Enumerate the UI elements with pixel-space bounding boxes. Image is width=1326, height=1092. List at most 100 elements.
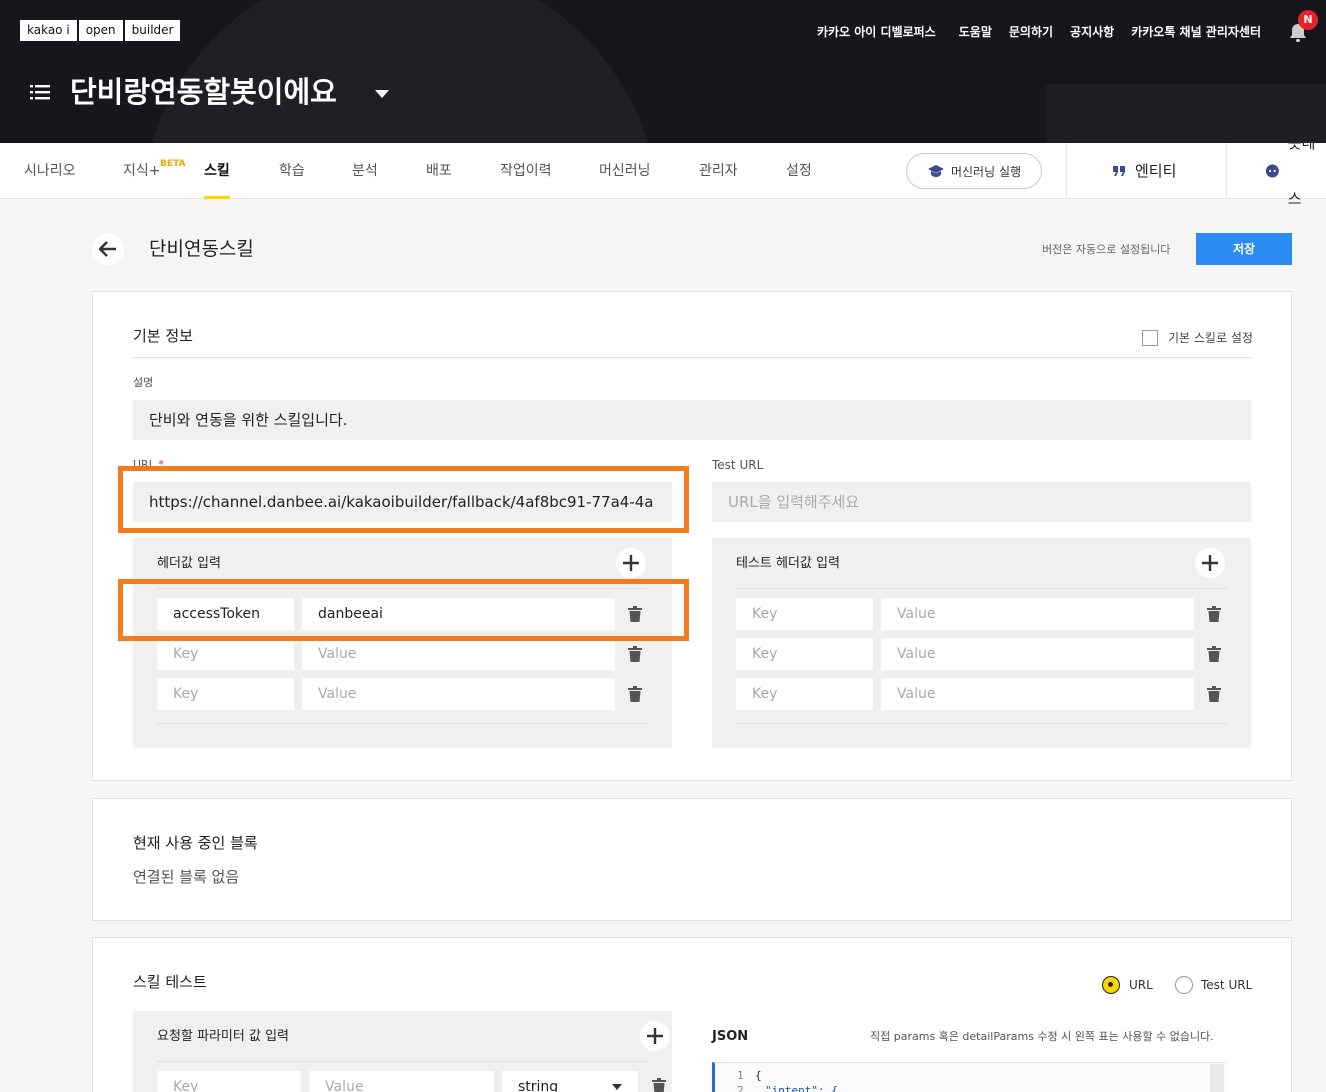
beta-badge: BETA — [160, 159, 186, 169]
developers-link[interactable]: 카카오 아이 디벨로퍼스 — [817, 22, 936, 42]
save-button[interactable]: 저장 — [1196, 233, 1292, 265]
logo-part-open: open — [78, 20, 123, 41]
bot-test-label: 봇테스 — [1287, 134, 1316, 208]
json-title: JSON — [712, 1029, 749, 1044]
basic-info-title: 기본 정보 — [133, 327, 193, 345]
trash-icon[interactable] — [652, 1078, 666, 1092]
tab-machine-learning[interactable]: 머신러닝 — [599, 143, 651, 199]
default-skill-checkbox[interactable] — [1142, 330, 1158, 346]
tab-history[interactable]: 작업이력 — [500, 143, 552, 199]
test-header-value-input[interactable]: Value — [881, 598, 1194, 630]
params-title: 요청할 파라미터 값 입력 — [157, 1029, 289, 1044]
code-line: "intent": { — [765, 1084, 838, 1092]
tab-training[interactable]: 학습 — [279, 143, 305, 199]
quote-icon — [1113, 166, 1125, 176]
test-header-key-input[interactable]: Key — [736, 678, 873, 710]
trash-icon[interactable] — [1207, 646, 1221, 662]
test-url-radio-label: Test URL — [1201, 978, 1253, 992]
divider — [133, 357, 1251, 358]
arrow-left-icon — [99, 241, 116, 257]
param-key-input[interactable]: Key — [157, 1071, 301, 1092]
param-value-input[interactable]: Value — [309, 1071, 494, 1092]
tab-scenario[interactable]: 시나리오 — [24, 143, 76, 199]
chat-bot-icon — [1265, 164, 1279, 178]
notice-link[interactable]: 공지사항 — [1070, 22, 1114, 42]
default-skill-label: 기본 스킬로 설정 — [1168, 331, 1253, 345]
divider — [157, 723, 648, 724]
test-header-value-input[interactable]: Value — [881, 638, 1194, 670]
notification-badge: N — [1298, 10, 1318, 30]
top-header: kakao i open builder 카카오 아이 디벨로퍼스 도움말 문의… — [0, 0, 1326, 143]
trash-icon[interactable] — [628, 686, 642, 702]
blocks-in-use-card — [92, 798, 1292, 921]
logo-part-builder: builder — [124, 20, 181, 41]
tab-navigation: 시나리오 지식+ BETA 스킬 학습 분석 배포 작업이력 머신러닝 관리자 … — [0, 134, 1326, 208]
plus-icon — [647, 1028, 663, 1044]
menu-icon[interactable] — [30, 84, 50, 100]
divider — [736, 588, 1227, 589]
json-scrollbar[interactable] — [1210, 1064, 1224, 1092]
header-key-input[interactable]: Key — [157, 678, 294, 710]
logo-part-kakao: kakao i — [20, 20, 77, 41]
entity-tab[interactable]: 엔티티 — [1113, 143, 1176, 199]
test-header-value-input[interactable]: Value — [881, 678, 1194, 710]
trash-icon[interactable] — [1207, 606, 1221, 622]
skill-title: 단비연동스킬 — [149, 238, 254, 260]
json-editor[interactable]: 1 { 2 "intent": { — [712, 1062, 1227, 1092]
test-url-label: Test URL — [712, 458, 764, 472]
caret-down-icon[interactable] — [375, 90, 389, 98]
run-machine-learning-label: 머신러닝 실행 — [950, 164, 1022, 179]
trash-icon[interactable] — [628, 646, 642, 662]
test-header-input-title: 테스트 헤더값 입력 — [736, 556, 840, 571]
json-note: 직접 params 혹은 detailParams 수정 시 왼쪽 표는 사용할… — [870, 1030, 1214, 1043]
trash-icon[interactable] — [1207, 686, 1221, 702]
add-header-button[interactable] — [616, 548, 646, 578]
header-value-input[interactable]: Value — [302, 678, 615, 710]
code-line: { — [755, 1069, 762, 1082]
skill-test-title: 스킬 테스트 — [133, 973, 207, 991]
tab-analytics[interactable]: 분석 — [352, 143, 378, 199]
url-radio-label: URL — [1129, 978, 1153, 992]
help-link[interactable]: 도움말 — [959, 22, 992, 42]
test-header-key-input[interactable]: Key — [736, 598, 873, 630]
description-input[interactable]: 단비와 연동을 위한 스킬입니다. — [133, 400, 1251, 440]
tab-deploy[interactable]: 배포 — [426, 143, 452, 199]
plus-icon — [623, 555, 639, 571]
test-url-radio[interactable] — [1175, 976, 1193, 994]
bot-name-selector[interactable]: 단비랑연동할봇이에요 — [70, 72, 337, 112]
divider — [1066, 143, 1067, 199]
header-key-input[interactable]: Key — [157, 638, 294, 670]
header-decoration-block — [1046, 84, 1326, 143]
channel-admin-link[interactable]: 카카오톡 채널 관리자센터 — [1131, 22, 1261, 42]
bot-test-tab[interactable]: 봇테스 — [1265, 134, 1326, 208]
tab-settings[interactable]: 설정 — [786, 143, 812, 199]
divider — [736, 723, 1227, 724]
line-number: 1 — [737, 1069, 744, 1082]
tab-skill[interactable]: 스킬 — [204, 143, 230, 199]
run-machine-learning-button[interactable]: 머신러닝 실행 — [906, 153, 1042, 189]
add-test-header-button[interactable] — [1195, 548, 1225, 578]
back-button[interactable] — [92, 233, 124, 265]
divider — [157, 1061, 648, 1062]
entity-label: 엔티티 — [1135, 162, 1177, 180]
version-note: 버전은 자동으로 설정됩니다 — [1042, 243, 1171, 256]
header-highlight-box — [118, 579, 689, 641]
chevron-down-icon — [612, 1084, 622, 1090]
kakao-i-open-builder-logo[interactable]: kakao i open builder — [20, 20, 181, 41]
plus-icon — [1202, 555, 1218, 571]
add-param-button[interactable] — [640, 1021, 670, 1051]
header-value-input[interactable]: Value — [302, 638, 615, 670]
tab-admin[interactable]: 관리자 — [699, 143, 738, 199]
test-header-key-input[interactable]: Key — [736, 638, 873, 670]
header-input-title: 헤더값 입력 — [157, 556, 221, 571]
top-links: 카카오 아이 디벨로퍼스 도움말 문의하기 공지사항 카카오톡 채널 관리자센터 — [817, 22, 1261, 42]
description-label: 설명 — [133, 376, 154, 389]
blocks-in-use-title: 현재 사용 중인 블록 — [133, 834, 258, 852]
tab-knowledge[interactable]: 지식+ — [123, 143, 161, 199]
url-radio[interactable] — [1102, 976, 1120, 994]
graduation-cap-icon — [927, 165, 944, 177]
test-url-input[interactable]: URL을 입력해주세요 — [712, 482, 1251, 522]
no-linked-blocks-text: 연결된 블록 없음 — [133, 868, 240, 886]
divider — [1226, 143, 1227, 199]
inquiry-link[interactable]: 문의하기 — [1009, 22, 1053, 42]
